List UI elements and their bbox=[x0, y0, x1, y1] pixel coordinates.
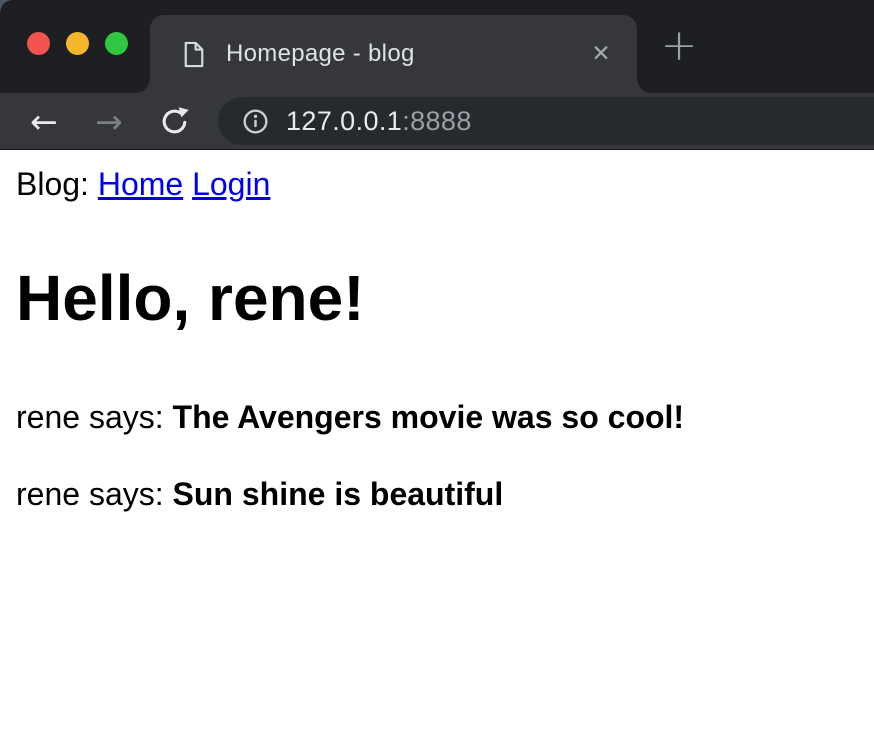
browser-tab-active[interactable]: Homepage - blog ✕ bbox=[150, 15, 637, 93]
site-nav: Blog: Home Login bbox=[16, 166, 858, 203]
back-icon[interactable]: ← bbox=[24, 102, 64, 141]
url-text: 127.0.0.1:8888 bbox=[286, 106, 472, 137]
blog-post: rene says: Sun shine is beautiful bbox=[16, 476, 858, 513]
close-tab-icon[interactable]: ✕ bbox=[588, 15, 614, 93]
nav-link-home[interactable]: Home bbox=[98, 166, 183, 202]
close-window-button[interactable] bbox=[27, 32, 50, 55]
nav-link-login[interactable]: Login bbox=[192, 166, 270, 202]
page-icon bbox=[183, 41, 205, 68]
fullscreen-window-button[interactable] bbox=[105, 32, 128, 55]
page-content: Blog: Home Login Hello, rene! rene says:… bbox=[0, 150, 874, 750]
minimize-window-button[interactable] bbox=[66, 32, 89, 55]
browser-toolbar: ← → 127.0.0.1:8888 bbox=[0, 93, 874, 150]
tab-strip: Homepage - blog ✕ + bbox=[0, 0, 874, 93]
page-title: Hello, rene! bbox=[16, 263, 858, 333]
post-text: Sun shine is beautiful bbox=[173, 476, 504, 512]
site-nav-label: Blog: bbox=[16, 166, 89, 202]
new-tab-icon[interactable]: + bbox=[655, 23, 703, 71]
post-author-prefix: rene says: bbox=[16, 476, 164, 512]
info-icon[interactable] bbox=[242, 108, 269, 135]
reload-icon[interactable] bbox=[154, 106, 194, 137]
blog-post: rene says: The Avengers movie was so coo… bbox=[16, 399, 858, 436]
post-text: The Avengers movie was so cool! bbox=[173, 399, 685, 435]
browser-window: Homepage - blog ✕ + ← → 127.0.0.1:8888 bbox=[0, 0, 874, 750]
post-author-prefix: rene says: bbox=[16, 399, 164, 435]
address-bar[interactable]: 127.0.0.1:8888 bbox=[218, 97, 874, 145]
url-host: 127.0.0.1 bbox=[286, 106, 402, 136]
url-port: :8888 bbox=[402, 106, 472, 136]
tab-title: Homepage - blog bbox=[226, 40, 415, 68]
window-controls bbox=[27, 32, 144, 55]
forward-icon[interactable]: → bbox=[89, 102, 129, 141]
